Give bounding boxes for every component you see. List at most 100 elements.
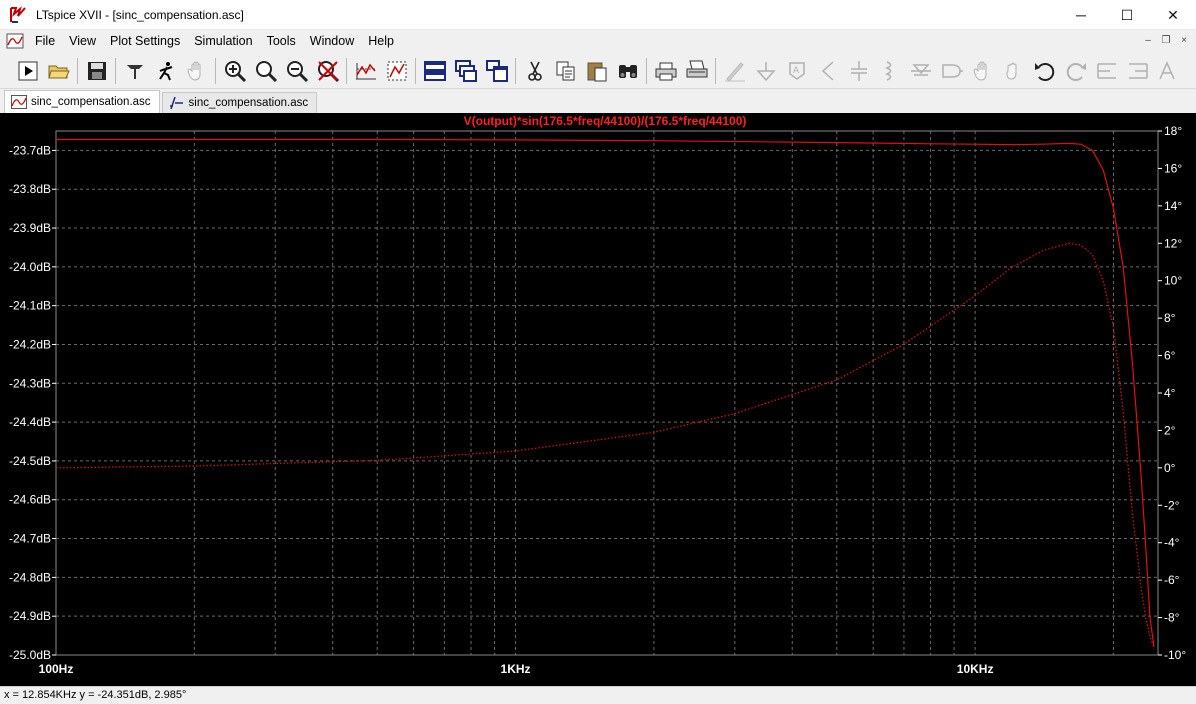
x-tick-label: 100Hz bbox=[39, 662, 74, 676]
capacitor-icon[interactable] bbox=[843, 56, 874, 86]
schematic-tab-icon bbox=[169, 96, 185, 110]
mirror-icon[interactable] bbox=[1122, 56, 1153, 86]
right-tick-label: 14° bbox=[1164, 199, 1182, 213]
mdi-close-button[interactable]: × bbox=[1176, 33, 1192, 48]
right-tick-label: 12° bbox=[1164, 236, 1182, 250]
left-tick-label: -24.5dB bbox=[9, 454, 51, 468]
undo-icon[interactable] bbox=[1029, 56, 1060, 86]
right-tick-label: -6° bbox=[1164, 573, 1180, 587]
maximize-button[interactable]: ☐ bbox=[1104, 0, 1150, 30]
control-panel-icon[interactable] bbox=[119, 56, 150, 86]
menu-window[interactable]: Window bbox=[303, 30, 361, 52]
window-title: LTspice XVII - [sinc_compensation.asc] bbox=[36, 7, 244, 22]
right-tick-label: 6° bbox=[1164, 349, 1176, 363]
toolbar-separator bbox=[715, 57, 716, 84]
zoom-out-icon[interactable] bbox=[281, 56, 312, 86]
diode-icon[interactable] bbox=[905, 56, 936, 86]
paste-icon[interactable] bbox=[581, 56, 612, 86]
x-tick-label: 10KHz bbox=[957, 662, 994, 676]
menu-simulation[interactable]: Simulation bbox=[187, 30, 259, 52]
zoom-area-icon[interactable] bbox=[250, 56, 281, 86]
trace-layer bbox=[55, 138, 1155, 648]
left-tick-label: -24.0dB bbox=[9, 260, 51, 274]
minimize-button[interactable]: ─ bbox=[1058, 0, 1104, 30]
right-tick-label: 0° bbox=[1164, 461, 1176, 475]
mdi-minimize-button[interactable]: – bbox=[1140, 33, 1156, 48]
grid-lines bbox=[55, 130, 1159, 656]
plot-canvas[interactable]: -23.7dB -23.8dB -23.9dB -24.0dB -24.1dB -24.2… bbox=[0, 113, 1196, 686]
toolbar-separator bbox=[515, 57, 516, 84]
text-icon[interactable] bbox=[1153, 56, 1184, 86]
toolbar-separator bbox=[215, 57, 216, 84]
copy-icon[interactable] bbox=[550, 56, 581, 86]
print-icon[interactable] bbox=[650, 56, 681, 86]
waveform-doc-icon[interactable] bbox=[6, 33, 24, 49]
halt-icon[interactable] bbox=[150, 56, 181, 86]
right-axis-ticks: 18° 16° 14° 12° 10° 8° 6° 4° 2° 0° -2° -4° -6° -8° -10… bbox=[1158, 124, 1186, 662]
autorange-icon[interactable] bbox=[350, 56, 381, 86]
pan-icon[interactable] bbox=[181, 56, 212, 86]
x-axis-ticks: 100Hz 1KHz 10KHz bbox=[39, 662, 994, 676]
redo-icon[interactable] bbox=[1060, 56, 1091, 86]
tab-schematic[interactable]: sinc_compensation.asc bbox=[161, 92, 318, 113]
resistor-icon[interactable] bbox=[812, 56, 843, 86]
run-icon[interactable] bbox=[12, 56, 43, 86]
component-icon[interactable] bbox=[936, 56, 967, 86]
left-tick-label: -24.1dB bbox=[9, 299, 51, 313]
cut-icon[interactable] bbox=[519, 56, 550, 86]
open-icon[interactable] bbox=[43, 56, 74, 86]
x-tick-label: 1KHz bbox=[501, 662, 531, 676]
left-axis-ticks: -23.7dB -23.8dB -23.9dB -24.0dB -24.1dB -24.2… bbox=[9, 143, 56, 662]
plot-settings-icon[interactable] bbox=[381, 56, 412, 86]
left-tick-label: -25.0dB bbox=[9, 648, 51, 662]
zoom-in-icon[interactable] bbox=[219, 56, 250, 86]
left-tick-label: -24.4dB bbox=[9, 415, 51, 429]
toolbar-separator bbox=[115, 57, 116, 84]
cascade-icon[interactable] bbox=[450, 56, 481, 86]
toolbar-separator bbox=[77, 57, 78, 84]
right-tick-label: -2° bbox=[1164, 498, 1180, 512]
tile-vertical-icon[interactable] bbox=[481, 56, 512, 86]
left-tick-label: -23.9dB bbox=[9, 221, 51, 235]
menu-tools[interactable]: Tools bbox=[260, 30, 303, 52]
toolbar-separator bbox=[346, 57, 347, 84]
waveform-plot[interactable]: -23.7dB -23.8dB -23.9dB -24.0dB -24.1dB -24.2… bbox=[0, 113, 1196, 686]
menu-file[interactable]: File bbox=[28, 30, 62, 52]
ground-icon[interactable] bbox=[750, 56, 781, 86]
left-tick-label: -24.8dB bbox=[9, 570, 51, 584]
tile-horizontal-icon[interactable] bbox=[419, 56, 450, 86]
plot-frame bbox=[55, 130, 1159, 656]
title-bar: LTspice XVII - [sinc_compensation.asc] ─… bbox=[0, 0, 1196, 30]
toolbar-separator bbox=[646, 57, 647, 84]
menu-plot-settings[interactable]: Plot Settings bbox=[103, 30, 187, 52]
menu-view[interactable]: View bbox=[62, 30, 103, 52]
menu-help[interactable]: Help bbox=[361, 30, 401, 52]
left-tick-label: -23.8dB bbox=[9, 182, 51, 196]
left-tick-label: -24.6dB bbox=[9, 493, 51, 507]
zoom-cancel-icon[interactable] bbox=[312, 56, 343, 86]
right-tick-label: 8° bbox=[1164, 311, 1176, 325]
label-net-icon[interactable]: A bbox=[781, 56, 812, 86]
mdi-restore-button[interactable]: ❐ bbox=[1158, 33, 1174, 48]
print-preview-icon[interactable] bbox=[681, 56, 712, 86]
left-tick-label: -24.3dB bbox=[9, 376, 51, 390]
drag-icon[interactable] bbox=[998, 56, 1029, 86]
find-icon[interactable] bbox=[612, 56, 643, 86]
right-tick-label: 4° bbox=[1164, 386, 1176, 400]
move-icon[interactable] bbox=[967, 56, 998, 86]
save-icon[interactable] bbox=[81, 56, 112, 86]
cursor-readout: x = 12.854KHz y = -24.351dB, 2.985° bbox=[4, 689, 187, 701]
right-tick-label: -8° bbox=[1164, 611, 1180, 625]
toolbar-separator bbox=[415, 57, 416, 84]
status-bar: x = 12.854KHz y = -24.351dB, 2.985° bbox=[0, 686, 1196, 703]
tab-waveform[interactable]: sinc_compensation.asc bbox=[4, 90, 160, 113]
magnitude-trace bbox=[56, 138, 1155, 648]
left-tick-label: -24.2dB bbox=[9, 337, 51, 351]
left-tick-label: -24.9dB bbox=[9, 609, 51, 623]
trace-expression-label[interactable]: V(output)*sin(176.5*freq/44100)/(176.5*f… bbox=[464, 114, 747, 128]
draw-wire-icon[interactable] bbox=[719, 56, 750, 86]
inductor-icon[interactable] bbox=[874, 56, 905, 86]
close-button[interactable]: ✕ bbox=[1150, 0, 1196, 30]
left-tick-label: -23.7dB bbox=[9, 143, 51, 157]
rotate-icon[interactable] bbox=[1091, 56, 1122, 86]
